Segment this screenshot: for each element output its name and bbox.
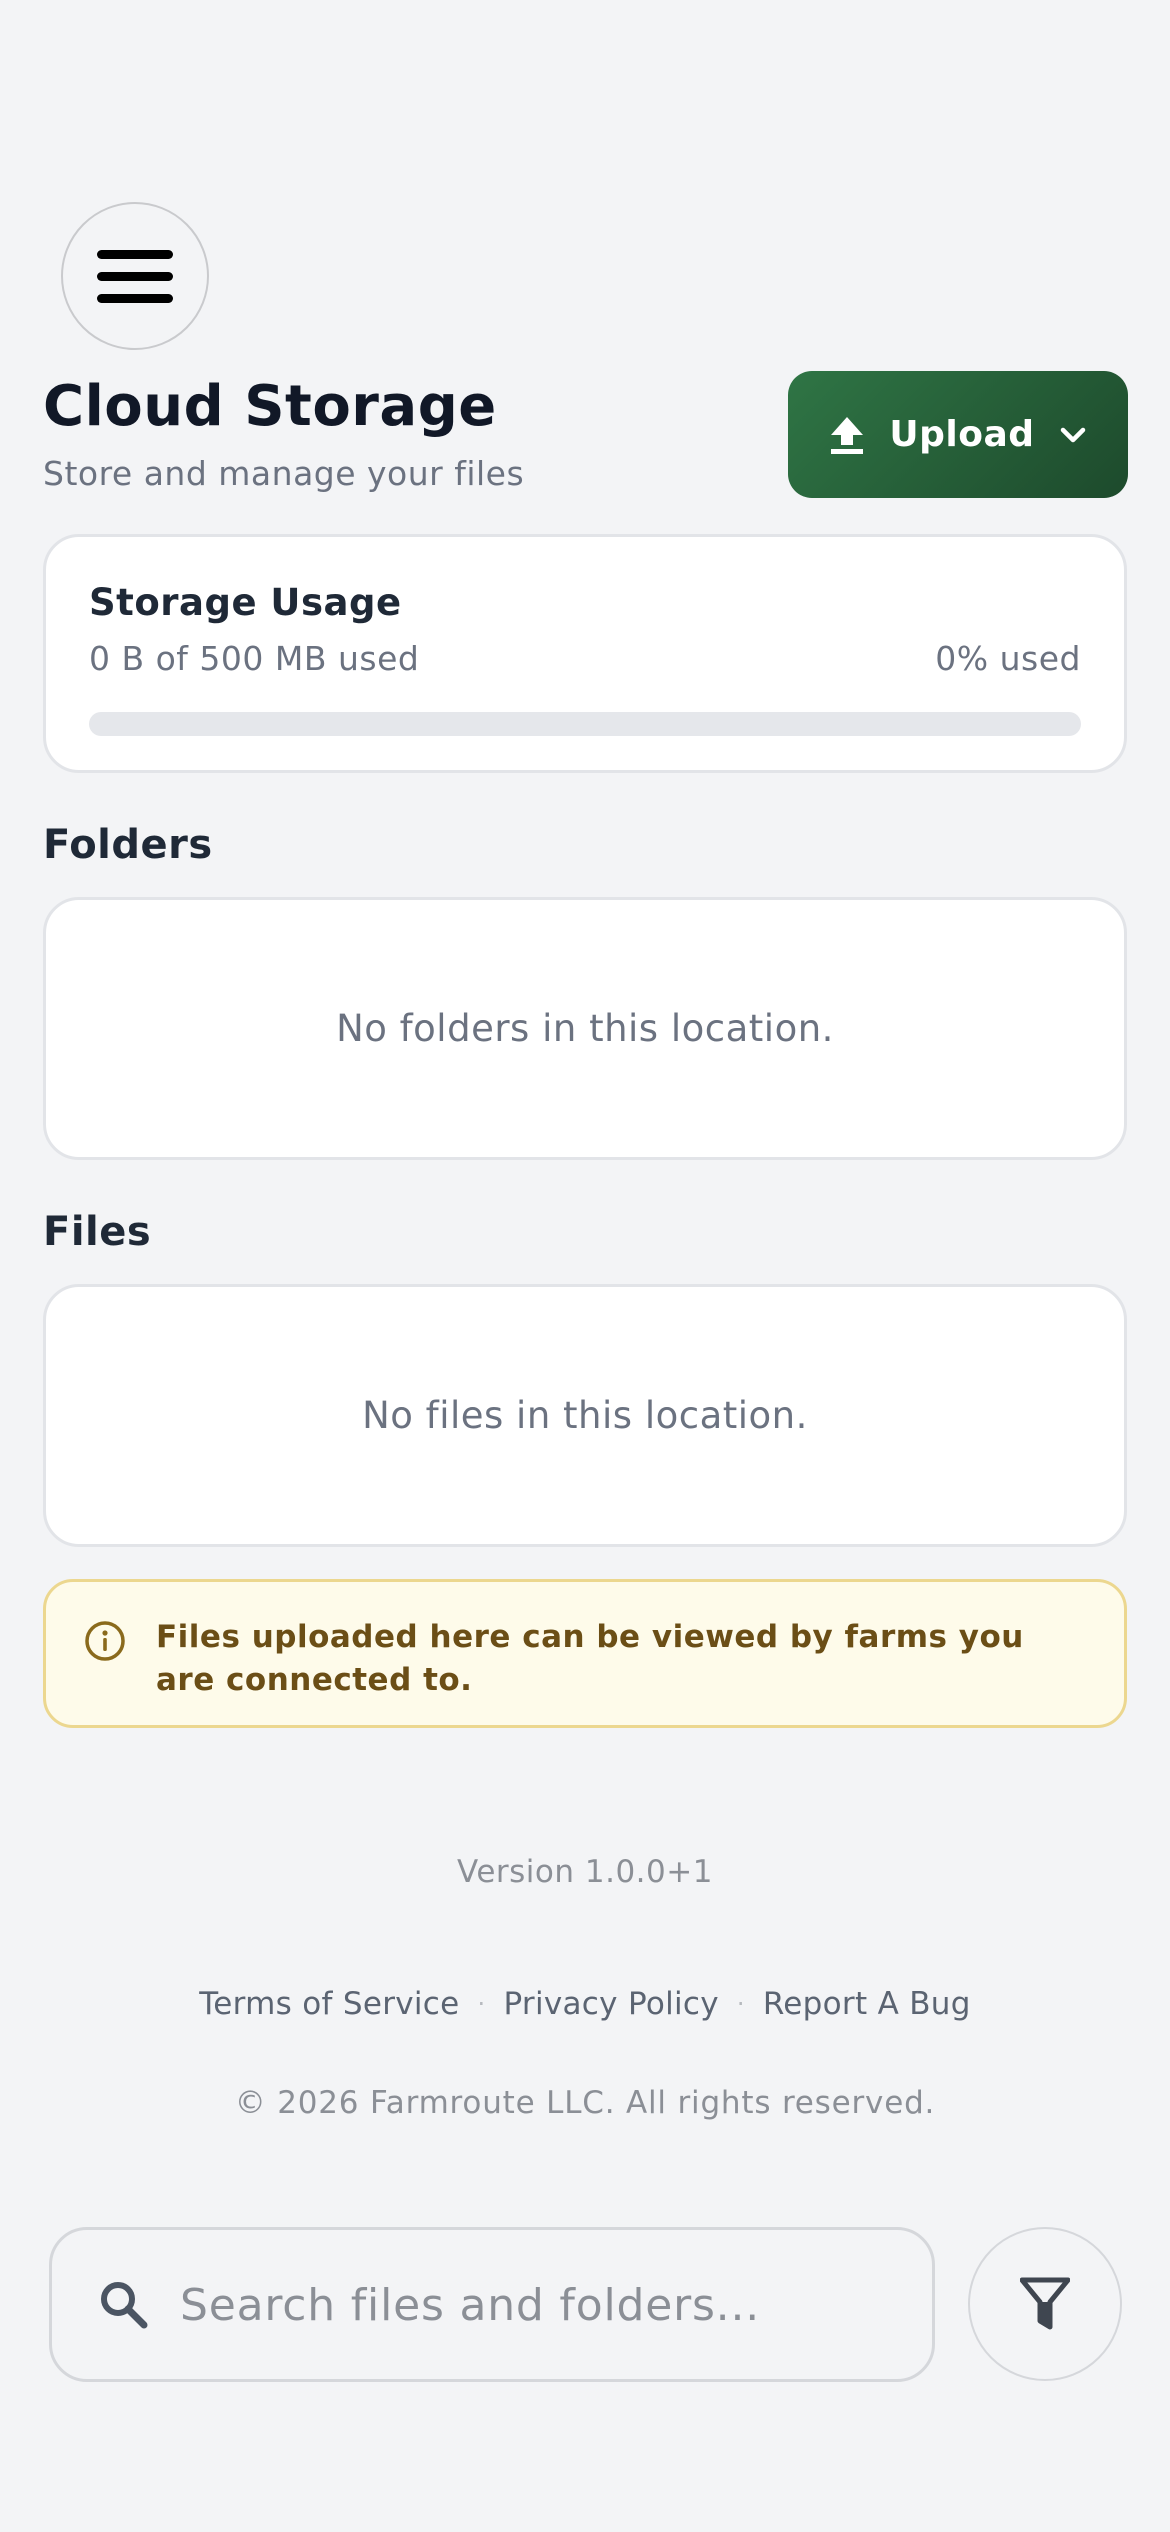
app-version: Version 1.0.0+1 <box>457 1854 713 1890</box>
page-subtitle: Store and manage your files <box>43 454 525 493</box>
hamburger-icon <box>97 249 173 259</box>
folders-empty-message: No folders in this location. <box>336 1007 834 1050</box>
upload-arrow-icon <box>831 416 864 454</box>
footer-separator: · <box>736 1990 745 2018</box>
folders-heading: Folders <box>43 822 213 868</box>
search-input[interactable] <box>180 2270 900 2340</box>
upload-button-label: Upload <box>889 414 1035 455</box>
cloud-storage-screen: Cloud Storage Store and manage your file… <box>0 0 1170 2532</box>
files-list: No files in this location. <box>43 1284 1127 1547</box>
report-bug-link[interactable]: Report A Bug <box>763 1986 971 2022</box>
info-circle-icon <box>85 1621 125 1661</box>
search-bar[interactable] <box>49 2227 935 2382</box>
storage-percent-text: 0% used <box>935 639 1081 678</box>
sharing-notice: Files uploaded here can be viewed by far… <box>43 1579 1127 1728</box>
footer-links: Terms of Service · Privacy Policy · Repo… <box>0 1986 1170 2022</box>
filter-funnel-icon <box>1020 2277 1070 2330</box>
hamburger-icon-bar <box>97 271 173 281</box>
privacy-policy-link[interactable]: Privacy Policy <box>503 1986 718 2022</box>
chevron-down-icon <box>1060 427 1085 442</box>
folders-list: No folders in this location. <box>43 897 1127 1160</box>
copyright-notice: © 2026 Farmroute LLC. All rights reserve… <box>234 2085 936 2121</box>
sharing-notice-text: Files uploaded here can be viewed by far… <box>156 1619 1024 1698</box>
menu-button[interactable] <box>61 202 209 350</box>
search-icon <box>101 2282 148 2329</box>
files-empty-message: No files in this location. <box>362 1394 808 1437</box>
upload-button[interactable]: Upload <box>788 371 1128 498</box>
storage-used-text: 0 B of 500 MB used <box>89 639 420 678</box>
storage-usage-card: Storage Usage 0 B of 500 MB used 0% used <box>43 534 1127 773</box>
terms-of-service-link[interactable]: Terms of Service <box>199 1986 459 2022</box>
storage-progress-bar <box>89 712 1081 736</box>
page-title: Cloud Storage <box>43 374 497 439</box>
hamburger-icon-bar <box>97 293 173 303</box>
filter-button[interactable] <box>968 2227 1122 2381</box>
footer-separator: · <box>477 1990 486 2018</box>
files-heading: Files <box>43 1209 152 1255</box>
storage-usage-title: Storage Usage <box>89 581 402 624</box>
